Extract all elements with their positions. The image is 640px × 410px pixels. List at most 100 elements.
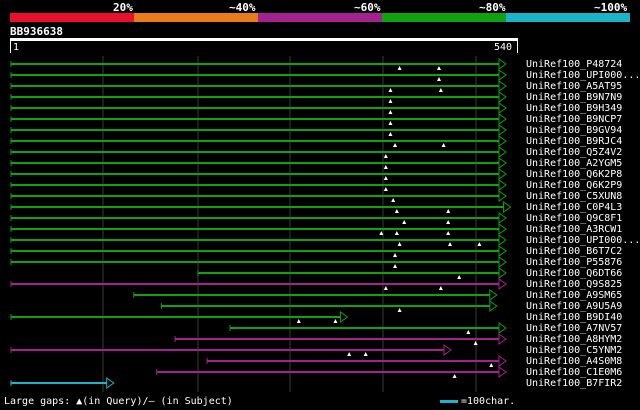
hit-track	[10, 80, 507, 92]
hit-track	[10, 124, 507, 136]
hit-name[interactable]: UniRef100_A2YGM5	[526, 158, 622, 169]
hit-arrow	[498, 146, 507, 158]
hit-track	[10, 190, 507, 202]
hit-arrow	[498, 322, 507, 334]
hit-name[interactable]: UniRef100_B7FIR2	[526, 378, 622, 389]
hit-track	[197, 267, 507, 279]
hit-name[interactable]: UniRef100_UPI000...	[526, 70, 640, 81]
hit-name[interactable]: UniRef100_B9H349	[526, 103, 622, 114]
hit-arrow	[498, 69, 507, 81]
hit-track	[10, 69, 507, 81]
hit-name[interactable]: UniRef100_A9SM65	[526, 290, 622, 301]
query-gap-marker	[383, 154, 388, 158]
hit-arrow	[498, 91, 507, 103]
hit-name[interactable]: UniRef100_B9NCP7	[526, 114, 622, 125]
hit-arrow	[498, 366, 507, 378]
hit-name[interactable]: UniRef100_P55876	[526, 257, 622, 268]
hit-track	[10, 245, 507, 257]
query-gap-marker	[438, 286, 443, 290]
scale-label: =100char.	[461, 396, 516, 407]
query-gap-marker	[489, 363, 494, 367]
hit-arrow	[106, 377, 115, 389]
hit-arrow	[498, 179, 507, 191]
hit-name[interactable]: UniRef100_C5XUN8	[526, 191, 622, 202]
query-gap-marker	[333, 319, 338, 323]
query-gap-marker	[402, 220, 407, 224]
query-gap-marker	[473, 341, 478, 345]
hit-name[interactable]: UniRef100_Q6K2P8	[526, 169, 622, 180]
hit-track	[174, 333, 507, 345]
hit-name[interactable]: UniRef100_A5AT95	[526, 81, 622, 92]
hit-arrow	[498, 113, 507, 125]
query-gap-marker	[363, 352, 368, 356]
query-gap-marker	[391, 198, 396, 202]
query-gap-marker	[394, 209, 399, 213]
query-gap-marker	[388, 99, 393, 103]
query-gap-marker	[457, 275, 462, 279]
hit-track	[10, 201, 512, 213]
query-gap-marker	[446, 231, 451, 235]
hit-track	[10, 234, 507, 246]
hit-arrow	[498, 102, 507, 114]
hit-arrow	[498, 256, 507, 268]
hit-arrow	[498, 278, 507, 290]
hit-name[interactable]: UniRef100_Q9C8F1	[526, 213, 622, 224]
query-gap-marker	[446, 209, 451, 213]
hit-name[interactable]: UniRef100_Q6DT66	[526, 268, 622, 279]
hit-track	[156, 366, 507, 378]
hit-arrow	[498, 234, 507, 246]
hit-track	[10, 135, 507, 147]
query-gap-marker	[388, 121, 393, 125]
hit-track	[10, 212, 507, 224]
scale-legend: =100char.	[440, 396, 515, 407]
query-gap-marker	[296, 319, 301, 323]
hit-track	[10, 256, 507, 268]
query-gap-marker	[383, 165, 388, 169]
hit-track	[10, 146, 507, 158]
hit-arrow	[498, 267, 507, 279]
hit-track	[10, 311, 349, 323]
hit-name[interactable]: UniRef100_A8HYM2	[526, 334, 622, 345]
hit-name[interactable]: UniRef100_A7NV57	[526, 323, 622, 334]
query-gap-marker	[437, 66, 442, 70]
gap-legend: Large gaps: ▲(in Query)/– (in Subject)	[4, 396, 233, 407]
hit-name[interactable]: UniRef100_Q5Z4V2	[526, 147, 622, 158]
hit-track	[10, 113, 507, 125]
hit-track	[10, 377, 115, 389]
query-gap-marker	[466, 330, 471, 334]
hit-name[interactable]: UniRef100_B6T7C2	[526, 246, 622, 257]
hit-name[interactable]: UniRef100_B9RJC4	[526, 136, 622, 147]
hit-arrow	[498, 124, 507, 136]
hit-arrow	[498, 80, 507, 92]
hit-name[interactable]: UniRef100_Q6K2P9	[526, 180, 622, 191]
query-gap-marker	[383, 176, 388, 180]
hit-name[interactable]: UniRef100_Q9S825	[526, 279, 622, 290]
hit-arrow	[498, 355, 507, 367]
hit-name[interactable]: UniRef100_C5YNM2	[526, 345, 622, 356]
hit-name[interactable]: UniRef100_P48724	[526, 59, 622, 70]
query-gap-marker	[441, 143, 446, 147]
query-gap-marker	[438, 88, 443, 92]
query-gap-marker	[448, 242, 453, 246]
hit-name[interactable]: UniRef100_C0P4L3	[526, 202, 622, 213]
hit-name[interactable]: UniRef100_A4S0M8	[526, 356, 622, 367]
hit-arrow	[498, 135, 507, 147]
hit-name[interactable]: UniRef100_B9GV94	[526, 125, 622, 136]
hit-name[interactable]: UniRef100_A9U5A9	[526, 301, 622, 312]
query-gap-marker	[393, 253, 398, 257]
hit-track	[206, 355, 507, 367]
hit-name[interactable]: UniRef100_UPI000...	[526, 235, 640, 246]
hit-track	[10, 58, 507, 70]
hit-arrow	[498, 245, 507, 257]
query-gap-marker	[347, 352, 352, 356]
hit-arrow	[498, 157, 507, 169]
hit-track	[133, 289, 498, 301]
hit-name[interactable]: UniRef100_A3RCW1	[526, 224, 622, 235]
hit-arrow	[339, 311, 349, 323]
hit-track	[10, 168, 507, 180]
hit-name[interactable]: UniRef100_B9DI40	[526, 312, 622, 323]
hit-name[interactable]: UniRef100_B9N7N9	[526, 92, 622, 103]
hit-name[interactable]: UniRef100_C1E0M6	[526, 367, 622, 378]
hit-arrow	[498, 333, 507, 345]
query-gap-marker	[397, 66, 402, 70]
